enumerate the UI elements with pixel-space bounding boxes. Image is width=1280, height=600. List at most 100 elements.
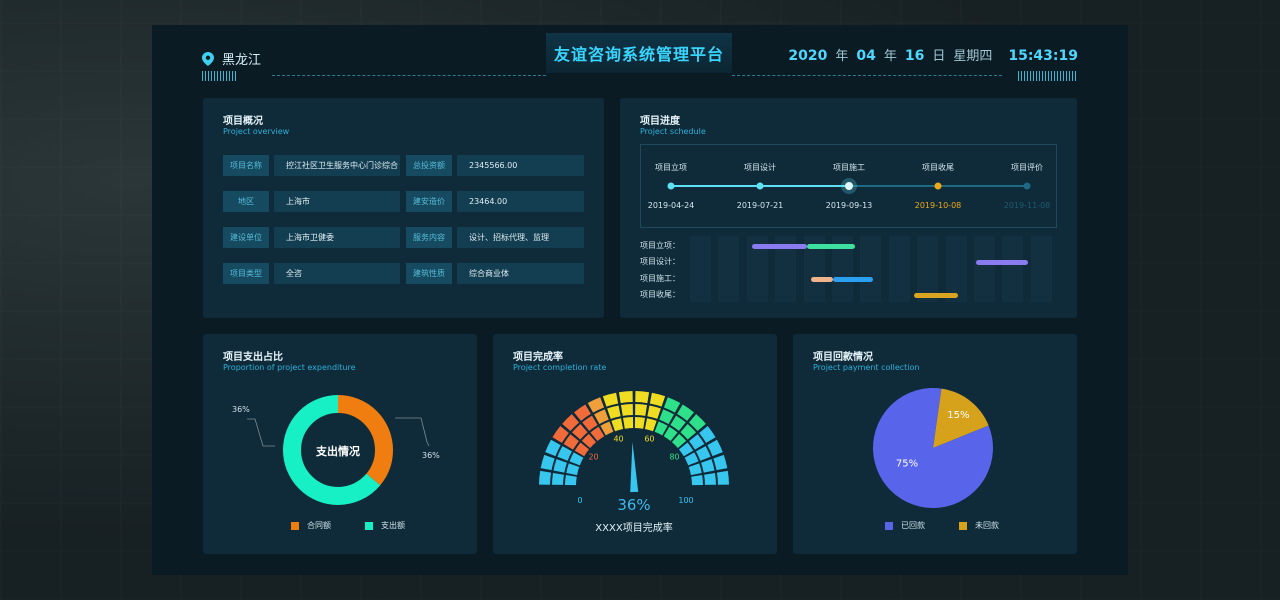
field-label: 项目名称	[223, 155, 269, 176]
gauge-segment	[716, 470, 729, 485]
stage-date: 2019-10-08	[914, 201, 962, 210]
gauge-segment	[635, 404, 648, 416]
gantt-row-label: 项目施工：	[640, 273, 680, 283]
gantt-bar	[807, 244, 856, 249]
gauge-segment	[540, 454, 555, 471]
timeline-track	[667, 178, 1031, 194]
dashboard-frame: 黑龙江 友谊咨询系统管理平台 2020 年 04 年 16 日 星期四 15:4…	[152, 25, 1128, 575]
gauge-segment	[634, 417, 645, 429]
legend-label: 合同额	[307, 521, 331, 530]
gantt-bar	[833, 276, 874, 282]
completion-gauge: 36% XXXX项目完成率 0 20 40 60 80 100	[539, 391, 729, 534]
gauge-segment	[704, 472, 716, 485]
legend-swatch	[885, 521, 893, 530]
gauge-segment	[594, 409, 609, 424]
gauge-value: 36%	[617, 496, 650, 514]
field-value: 设计、招标代理、监理	[457, 227, 584, 248]
gauge-tick-label: 100	[678, 496, 693, 505]
gantt-column	[1002, 236, 1024, 302]
field-value: 全咨	[274, 263, 400, 284]
gauge-segment	[607, 405, 621, 419]
legend-swatch	[365, 521, 373, 530]
legend-swatch	[959, 521, 967, 530]
stage-date: 2019-09-13	[825, 201, 873, 210]
year: 2020	[788, 48, 828, 64]
expenditure-legend: 合同额 支出额	[291, 520, 405, 531]
field-label: 建设单位	[223, 227, 269, 248]
gantt-column	[1030, 236, 1052, 302]
field-value: 控江社区卫生服务中心门诊综合	[274, 155, 400, 176]
slice-label-right: 36%	[422, 451, 440, 460]
overview-title: 项目概况	[223, 116, 263, 127]
gantt-row-label: 项目收尾：	[640, 289, 680, 299]
gauge-segment	[647, 405, 661, 419]
field-value: 2345566.00	[457, 155, 584, 176]
stage-dot-current	[845, 182, 853, 190]
gauge-segment	[618, 391, 633, 404]
clock: 15:43:19	[1008, 48, 1078, 64]
field-label: 建安造价	[406, 191, 452, 212]
gauge-needle	[630, 442, 639, 493]
field-value: 上海市卫健委	[274, 227, 400, 248]
gauge-segment	[713, 454, 728, 471]
stage-name: 项目施工	[833, 163, 865, 172]
gauge-segment	[566, 463, 580, 476]
gantt-column	[974, 236, 995, 302]
stage-name: 项目立项	[655, 163, 687, 172]
location[interactable]: 黑龙江	[202, 49, 261, 68]
day-unit: 日	[932, 49, 946, 64]
location-label: 黑龙江	[222, 53, 262, 68]
legend-label: 支出额	[381, 521, 405, 530]
gauge-caption: XXXX项目完成率	[595, 521, 672, 534]
stage-name: 项目评价	[1011, 163, 1043, 172]
legend-swatch	[291, 521, 299, 530]
stage-name: 项目设计	[744, 163, 776, 172]
completion-panel: 项目完成率 Project completion rate 36% XXXX项目…	[493, 334, 777, 554]
field-label: 项目类型	[223, 263, 269, 284]
gauge-segment	[644, 418, 657, 432]
timeline: 项目立项 2019-04-24 项目设计 2019-07-21 项目施工 2019-09-…	[640, 144, 1057, 228]
location-pin-icon	[202, 51, 214, 66]
gauge-tick-label: 80	[669, 453, 679, 462]
legend-label: 未回款	[975, 521, 999, 530]
gauge-segment	[565, 475, 577, 486]
field-value: 上海市	[274, 191, 400, 212]
datetime: 2020 年 04 年 16 日 星期四 15:43:19	[788, 45, 1078, 64]
stage-dot	[667, 182, 675, 190]
gauge-segment	[553, 459, 567, 473]
stage-date: 2019-04-24	[647, 201, 695, 210]
gauge-tick-label: 40	[613, 434, 623, 443]
pie-slice-label: 15%	[947, 410, 969, 421]
overview-subtitle: Project overview	[223, 127, 290, 136]
schedule-subtitle: Project schedule	[640, 127, 706, 136]
field-label: 建筑性质	[406, 263, 452, 284]
field-label: 总投资额	[406, 155, 452, 176]
gauge-segment	[611, 418, 624, 432]
decor-line-left	[272, 75, 546, 76]
schedule-title: 项目进度	[640, 116, 680, 127]
page-title: 友谊咨询系统管理平台	[546, 33, 732, 73]
stage-name: 项目收尾	[922, 163, 954, 172]
gantt-row-label: 项目立项：	[640, 241, 680, 250]
gauge-segment	[649, 392, 666, 407]
donut-center-label: 支出情况	[315, 444, 360, 458]
payment-legend: 已回款 未回款	[885, 520, 999, 531]
gauge-segment	[663, 397, 681, 413]
weekday: 星期四	[953, 49, 993, 64]
gantt-column	[690, 236, 711, 302]
legend-label: 已回款	[901, 521, 925, 530]
gauge-segment	[635, 391, 650, 404]
payment-panel: 项目回款情况 Project payment collection 15% 75%…	[793, 334, 1077, 554]
gauge-segment	[623, 417, 634, 429]
field-label: 服务内容	[406, 227, 452, 248]
gauge-segment	[587, 397, 605, 413]
decor-line-right	[732, 75, 1002, 76]
gauge-segment	[545, 439, 561, 457]
day: 16	[904, 48, 925, 64]
field-label: 地区	[223, 191, 269, 212]
expenditure-panel: 项目支出占比 Proportion of project expenditure…	[203, 334, 477, 554]
gantt-bar	[913, 292, 958, 298]
gauge-segment	[602, 392, 619, 407]
gantt-bar	[811, 276, 834, 282]
gauge-tick-label: 60	[644, 434, 654, 443]
